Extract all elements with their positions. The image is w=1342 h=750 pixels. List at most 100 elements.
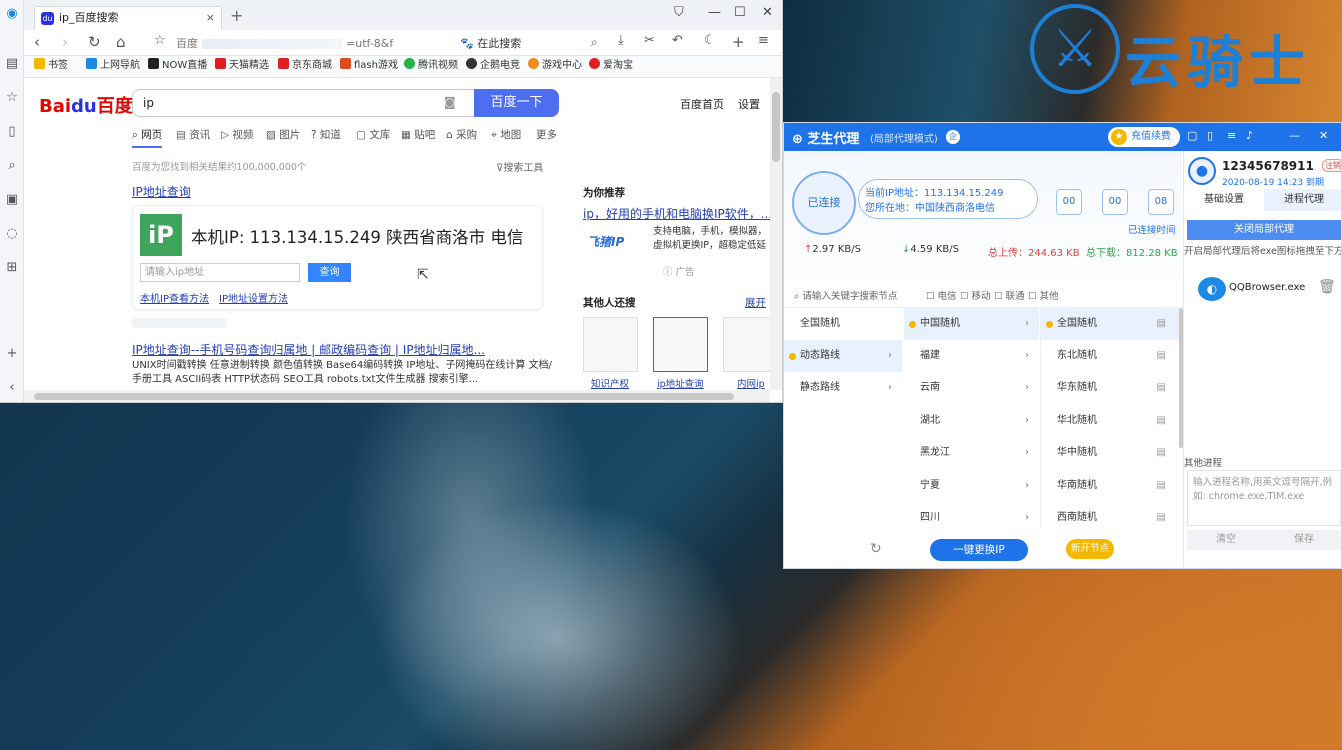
address-bar[interactable]: 百度 =utf-8&f [176,34,444,53]
region-item[interactable]: 华北随机 ▤ [1041,405,1180,437]
bookmark-item[interactable]: 爱淘宝 [589,56,633,76]
query-button[interactable]: 查询 [308,263,351,282]
translate-icon[interactable]: ⊞ [3,260,21,276]
tab-wenku[interactable]: ▢ 文库 [356,127,390,142]
undo-icon[interactable]: ↶ [672,33,683,48]
connection-indicator[interactable]: 已连接 [792,171,856,235]
bookmark-item[interactable]: 天猫精选 [215,56,269,76]
camera-icon[interactable]: ◙ [444,95,456,109]
province-item[interactable]: 中国随机 › [904,308,1039,340]
back-icon[interactable]: ‹ [34,33,40,51]
tab-more[interactable]: 更多 [536,127,557,142]
forward-icon[interactable]: › [62,33,68,51]
thumb-caption[interactable]: 知识产权 [591,376,629,390]
minimize-icon[interactable]: — [708,5,721,20]
province-item[interactable]: 黑龙江 › [904,437,1039,469]
region-item[interactable]: 华南随机 ▤ [1041,470,1180,502]
tab-process-proxy[interactable]: 进程代理 [1264,189,1341,211]
tab-basic-settings[interactable]: 基础设置 [1184,189,1264,211]
region-item[interactable]: 华中随机 ▤ [1041,437,1180,469]
baidu-logo[interactable]: Baidu百度 [39,92,133,118]
isp-filter-unicom[interactable]: ☐ 联通 [994,286,1025,308]
region-item[interactable]: 东北随机 ▤ [1041,340,1180,372]
tab-map[interactable]: ⌖ 地图 [491,127,521,142]
province-item[interactable]: 云南 › [904,372,1039,404]
close-window-icon[interactable]: ✕ [762,5,773,20]
bookmark-item[interactable]: 上网导航 [86,56,140,76]
browser-logo-icon[interactable]: ◉ [3,6,21,22]
settings-link[interactable]: 设置 [738,96,760,112]
clear-button[interactable]: 清空 [1187,530,1265,550]
menu-icon[interactable]: ≡ [1227,129,1236,142]
extensions-icon[interactable]: + [732,33,745,51]
new-tab-button[interactable]: + [230,6,243,25]
reload-icon[interactable]: ↻ [88,33,101,51]
tab-web[interactable]: ⌕ 网页 [132,127,163,148]
collapse-icon[interactable]: ‹ [3,380,21,396]
bookmark-item[interactable]: NOW直播 [148,56,207,76]
ip-settings-link[interactable]: IP地址设置方法 [219,290,288,305]
bookmark-item[interactable]: 腾讯视频 [404,56,458,76]
node-search-input[interactable]: ⌕ 请输入关键字搜索节点 [794,286,897,308]
tab-zhidao[interactable]: ? 知道 [311,127,341,142]
tab-tieba[interactable]: ▦ 贴吧 [401,127,435,142]
thumb-ip-logo[interactable] [583,317,638,372]
bookmark-item[interactable]: 书签 [34,56,68,76]
homepage-link[interactable]: 百度首页 [680,96,724,112]
add-icon[interactable]: + [3,346,21,362]
refresh-icon[interactable]: ↻ [870,541,882,557]
region-item[interactable]: 全国随机 ▤ [1041,308,1180,340]
search-button[interactable]: 百度一下 [474,89,559,117]
window-icon[interactable]: ▢ [1187,129,1197,142]
tab-video[interactable]: ▷ 视频 [221,127,253,142]
search-input[interactable]: ip [132,89,474,117]
search-tools-link[interactable]: ⊽搜索工具 [496,159,543,174]
bookmark-item[interactable]: 游戏中心 [528,56,582,76]
region-item[interactable]: 西南随机 ▤ [1041,502,1180,534]
other-process-input[interactable]: 输入进程名称,用英文逗号隔开,例如: chrome.exe,TIM.exe [1187,470,1341,526]
ip-input[interactable]: 请输入ip地址 [140,263,300,282]
star-icon[interactable]: ☆ [3,90,21,106]
close-tab-icon[interactable]: × [206,7,215,29]
province-item[interactable]: 四川 › [904,502,1039,534]
isp-filter-mobile[interactable]: ☐ 移动 [960,286,991,308]
thumb-caption[interactable]: ip地址查询 [657,376,704,390]
avatar[interactable]: ● [1188,157,1216,185]
expand-link[interactable]: 展开 [745,295,766,310]
category-dynamic[interactable]: 动态路线 › [784,340,902,372]
thumb-lan-ip[interactable] [723,317,770,372]
change-ip-button[interactable]: 一键更换IP [930,539,1028,561]
recharge-button[interactable]: ★ 充值续费 [1108,127,1180,147]
region-item[interactable]: 华东随机 ▤ [1041,372,1180,404]
recommend-link[interactable]: ip，好用的手机和电脑换IP软件，... [583,205,770,222]
close-local-proxy-button[interactable]: 关闭局部代理 [1187,220,1341,240]
scroll-thumb[interactable] [34,393,734,400]
bookmark-item[interactable]: 京东商城 [278,56,332,76]
thumb-ip-query[interactable] [653,317,708,372]
result-title-link[interactable]: IP地址查询 [132,183,191,200]
download-icon[interactable]: ⤓ [618,33,624,48]
province-item[interactable]: 宁夏 › [904,470,1039,502]
menu-icon[interactable]: ≡ [758,33,769,48]
isp-filter-telecom[interactable]: ☐ 电信 [926,286,957,308]
tab-baidu-search[interactable]: du ip_百度搜索 × [34,6,222,30]
search-icon[interactable]: ⌕ [3,158,21,174]
chat-icon[interactable]: ◌ [3,226,21,242]
book-icon[interactable]: ▯ [3,124,21,140]
isp-filter-other[interactable]: ☐ 其他 [1028,286,1059,308]
logout-button[interactable]: 注销 [1322,159,1341,172]
maximize-icon[interactable]: ☐ [734,5,746,20]
minimize-icon[interactable]: — [1289,129,1300,142]
bookmark-star-icon[interactable]: ☆ [154,33,166,48]
tab-news[interactable]: ▤ 资讯 [176,127,210,142]
search-engine-box[interactable]: 🐾 在此搜索 [460,34,521,53]
ip-help-link[interactable]: 本机IP查看方法 [140,290,209,305]
save-button[interactable]: 保存 [1265,530,1341,550]
thumb-caption[interactable]: 内网ip [737,376,765,390]
bell-icon[interactable]: ♪ [1246,129,1253,142]
result-title-link[interactable]: IP地址查询--手机号码查询归属地 | 邮政编码查询 | IP地址归属地... [132,341,485,358]
trash-icon[interactable]: 🗑 [1318,279,1336,295]
new-node-button[interactable]: 新开节点 [1066,539,1114,559]
vertical-scrollbar[interactable] [770,78,782,390]
category-national-random[interactable]: 全国随机 [784,308,902,340]
